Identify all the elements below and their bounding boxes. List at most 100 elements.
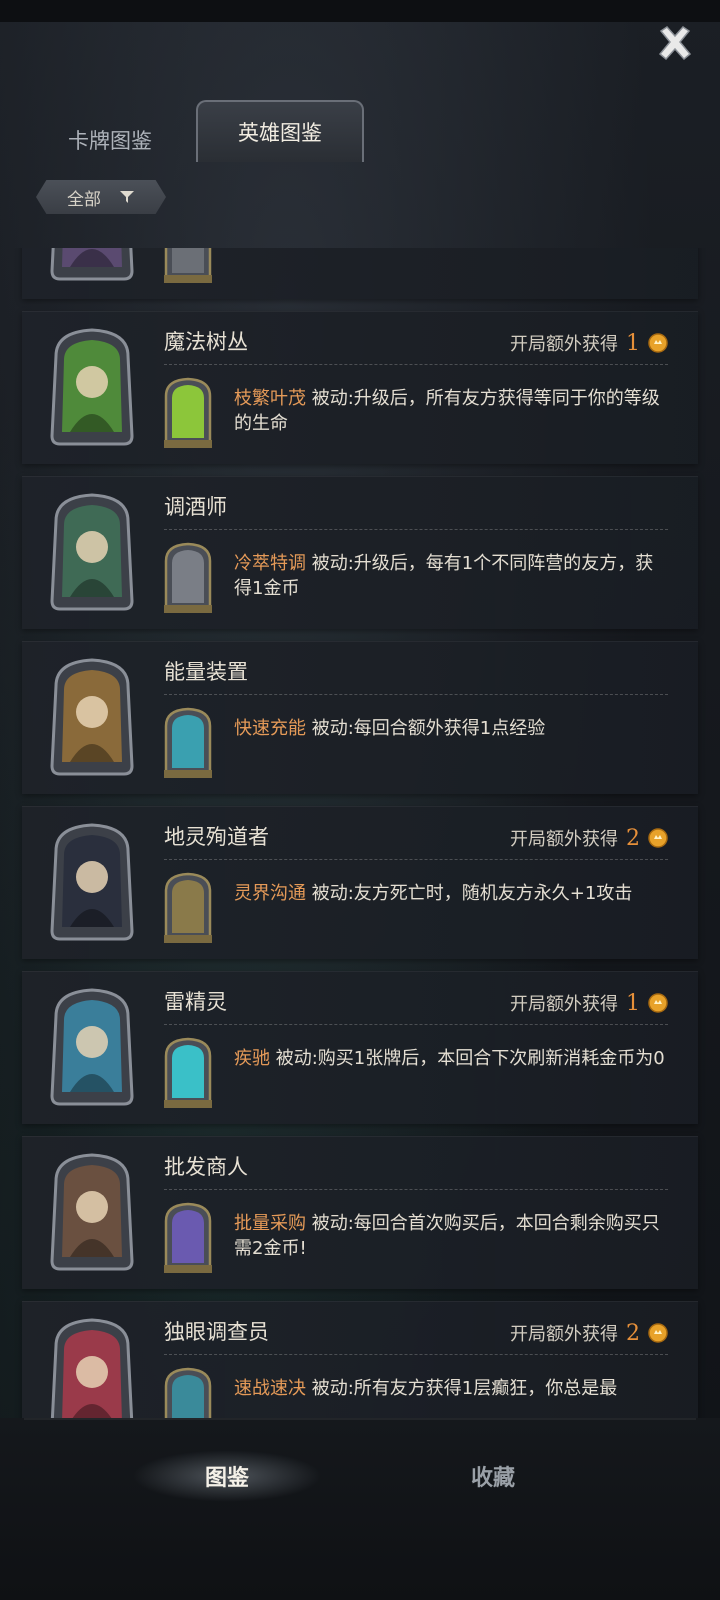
skill-name: 批量采购	[234, 1213, 306, 1234]
hero-portrait-icon	[50, 248, 134, 281]
skill-name: 快速充能	[234, 718, 306, 739]
start-bonus-amount: 2	[626, 825, 640, 851]
hero-portrait-icon	[50, 1318, 134, 1418]
card-divider	[164, 1354, 668, 1355]
skill-desc: 被动:友方死亡时，随机友方永久+1攻击	[311, 883, 633, 904]
skill-icon-frame	[160, 871, 216, 945]
hero-portrait-icon	[50, 493, 134, 611]
filter-dropdown[interactable]: 全部	[36, 180, 166, 214]
hero-name: 魔法树丛	[164, 330, 248, 354]
hero-portrait	[46, 248, 138, 285]
start-bonus: 开局额外获得 1	[510, 990, 668, 1016]
start-bonus: 开局额外获得 1	[510, 330, 668, 356]
skill-icon	[164, 872, 212, 943]
card-divider	[164, 859, 668, 860]
hero-portrait	[46, 491, 138, 615]
skill-desc: 被动:所有友方获得1层癫狂，你总是最	[311, 1378, 618, 1399]
skill-icon	[164, 1202, 212, 1273]
start-bonus-label: 开局额外获得	[510, 829, 618, 850]
hero-portrait	[46, 326, 138, 450]
start-bonus-amount: 2	[626, 1320, 640, 1346]
skill-icon	[164, 707, 212, 778]
skill-description: 冷萃特调 被动:升级后，每有1个不同阵营的友方，获得1金币	[234, 551, 670, 601]
skill-icon-frame	[160, 541, 216, 615]
tab-bar: 卡牌图鉴 英雄图鉴	[0, 100, 720, 164]
filter-icon	[120, 191, 134, 203]
skill-icon-frame	[160, 1201, 216, 1275]
skill-name: 速战速决	[234, 1378, 306, 1399]
hero-portrait-icon	[50, 1153, 134, 1271]
start-bonus-amount: 1	[626, 330, 640, 356]
hero-portrait	[46, 1151, 138, 1275]
status-bar	[0, 0, 720, 22]
hero-portrait	[46, 656, 138, 780]
skill-description: 速战速决 被动:所有友方获得1层癫狂，你总是最	[234, 1376, 670, 1401]
hero-name: 能量装置	[164, 660, 248, 684]
bottom-tab-collection[interactable]: 收藏	[398, 1450, 588, 1502]
gold-coin-icon	[648, 1323, 668, 1343]
skill-icon-frame	[160, 706, 216, 780]
skill-icon	[164, 1037, 212, 1108]
skill-icon	[164, 1367, 212, 1418]
skill-desc: 被动:购买1张牌后，本回合下次刷新消耗金币为0	[275, 1048, 665, 1069]
hero-card[interactable]: 随从(还剩4个)	[22, 248, 698, 299]
start-bonus-label: 开局额外获得	[510, 1324, 618, 1345]
filter-label: 全部	[67, 189, 101, 210]
close-button[interactable]	[654, 22, 696, 64]
hero-name: 批发商人	[164, 1155, 248, 1179]
bottom-divider	[24, 1418, 696, 1420]
skill-name: 冷萃特调	[234, 553, 306, 574]
hero-portrait-icon	[50, 328, 134, 446]
skill-icon	[164, 248, 212, 283]
skill-desc: 被动:每回合额外获得1点经验	[311, 718, 546, 739]
skill-description: 批量采购 被动:每回合首次购买后，本回合剩余购买只需2金币!	[234, 1211, 670, 1261]
skill-description: 灵界沟通 被动:友方死亡时，随机友方永久+1攻击	[234, 881, 670, 906]
skill-name: 灵界沟通	[234, 883, 306, 904]
start-bonus: 开局额外获得 2	[510, 1320, 668, 1346]
card-divider	[164, 1189, 668, 1190]
hero-name: 独眼调查员	[164, 1320, 269, 1344]
skill-icon	[164, 377, 212, 448]
card-divider	[164, 529, 668, 530]
skill-icon	[164, 542, 212, 613]
card-divider	[164, 694, 668, 695]
hero-name: 调酒师	[164, 495, 227, 519]
start-bonus-label: 开局额外获得	[510, 994, 618, 1015]
skill-description: 枝繁叶茂 被动:升级后，所有友方获得等同于你的等级的生命	[234, 386, 670, 436]
hero-portrait-icon	[50, 823, 134, 941]
skill-description: 快速充能 被动:每回合额外获得1点经验	[234, 716, 670, 741]
skill-icon-frame	[160, 1366, 216, 1418]
skill-description: 疾驰 被动:购买1张牌后，本回合下次刷新消耗金币为0	[234, 1046, 670, 1071]
bottom-tab-gallery[interactable]: 图鉴	[132, 1450, 322, 1502]
hero-portrait	[46, 1316, 138, 1418]
hero-name: 地灵殉道者	[164, 825, 269, 849]
hero-list[interactable]: 随从(还剩4个) 魔法树丛 开局额外获得 1	[0, 248, 720, 1418]
tab-card-gallery[interactable]: 卡牌图鉴	[40, 110, 180, 170]
skill-name: 疾驰	[234, 1048, 270, 1069]
hero-portrait	[46, 986, 138, 1110]
gold-coin-icon	[648, 828, 668, 848]
hero-card[interactable]: 能量装置 快速充能 被动:每回合额外获得1点经验	[22, 641, 698, 794]
gold-coin-icon	[648, 993, 668, 1013]
skill-icon-frame	[160, 248, 216, 285]
skill-icon-frame	[160, 1036, 216, 1110]
card-divider	[164, 1024, 668, 1025]
hero-portrait-icon	[50, 658, 134, 776]
hero-card[interactable]: 批发商人 批量采购 被动:每回合首次购买后，本回合剩余购买只需2金币!	[22, 1136, 698, 1289]
start-bonus: 开局额外获得 2	[510, 825, 668, 851]
hero-name: 雷精灵	[164, 990, 227, 1014]
tab-hero-gallery[interactable]: 英雄图鉴	[196, 100, 364, 162]
hero-card[interactable]: 调酒师 冷萃特调 被动:升级后，每有1个不同阵营的友方，获得1金币	[22, 476, 698, 629]
hero-card[interactable]: 雷精灵 开局额外获得 1 疾驰 被动:购买1张牌后，本回合下次刷新消耗金币为0	[22, 971, 698, 1124]
close-icon	[658, 26, 692, 61]
hero-card[interactable]: 魔法树丛 开局额外获得 1 枝繁叶茂 被动:升级后，所有友方获得等同于你的等级的…	[22, 311, 698, 464]
gold-coin-icon	[648, 333, 668, 353]
hero-card[interactable]: 独眼调查员 开局额外获得 2 速战速决 被动:所有友方获得1层癫狂，你总是最	[22, 1301, 698, 1418]
start-bonus-amount: 1	[626, 990, 640, 1016]
hero-portrait	[46, 821, 138, 945]
start-bonus-label: 开局额外获得	[510, 334, 618, 355]
skill-icon-frame	[160, 376, 216, 450]
hero-card[interactable]: 地灵殉道者 开局额外获得 2 灵界沟通 被动:友方死亡时，随机友方永久+1攻击	[22, 806, 698, 959]
bottom-nav: 图鉴 收藏	[0, 1418, 720, 1600]
skill-name: 枝繁叶茂	[234, 388, 306, 409]
